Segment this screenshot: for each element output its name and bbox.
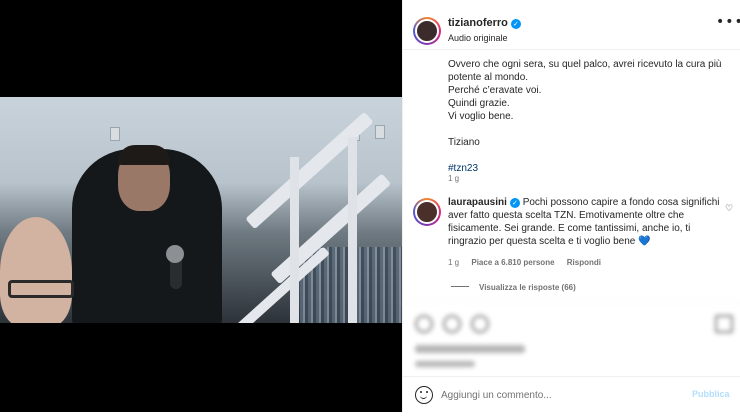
commenter-username[interactable]: laurapausini — [448, 197, 507, 208]
heart-outline-icon[interactable]: ♡ — [725, 204, 733, 214]
post-header: tizianoferro✓ Audio originale ••• — [403, 0, 740, 50]
comment-likes[interactable]: Piace a 6.810 persone — [471, 258, 554, 267]
video-player[interactable]: 🔇 — [0, 97, 402, 323]
glasses — [8, 280, 74, 298]
post-caption: Ovvero che ogni sera, su quel palco, avr… — [448, 58, 728, 175]
caption-signature: Tiziano — [448, 137, 480, 148]
bottom-margin — [0, 412, 740, 420]
date-blurred — [415, 361, 475, 367]
foreground-person — [0, 217, 72, 323]
comment-meta: 1 g Piace a 6.810 persone Rispondi — [448, 258, 611, 267]
comment-composer: Pubblica — [403, 376, 740, 412]
bookmark-icon[interactable] — [715, 315, 733, 333]
replies-divider — [451, 286, 469, 287]
commenter-avatar[interactable] — [413, 198, 441, 226]
heart-icon[interactable] — [415, 315, 433, 333]
singer-hair — [118, 145, 170, 165]
share-icon[interactable] — [471, 315, 489, 333]
caption-line: Ovvero che ogni sera, su quel palco, avr… — [448, 59, 722, 83]
audio-label[interactable]: Audio originale — [448, 33, 508, 43]
post-sidebar: tizianoferro✓ Audio originale ••• Ovvero… — [402, 0, 740, 412]
author-username-text[interactable]: tizianoferro — [448, 17, 508, 29]
post-actions-blurred — [403, 302, 740, 376]
verified-check-icon: ✓ — [509, 198, 520, 208]
post-media[interactable]: 🔇 — [0, 0, 402, 412]
comment-body: laurapausini ✓ Pochi possono capire a fon… — [448, 196, 720, 248]
reply-button[interactable]: Rispondi — [567, 258, 601, 267]
likes-summary-blurred — [415, 345, 525, 353]
railing-post — [290, 157, 299, 323]
author-avatar[interactable] — [413, 17, 441, 45]
comment-icon[interactable] — [443, 315, 461, 333]
stadium-light — [375, 125, 385, 139]
post-timestamp[interactable]: 1 g — [448, 174, 459, 183]
stadium-light — [110, 127, 120, 141]
view-replies-button[interactable]: Visualizza le risposte (66) — [451, 283, 576, 292]
microphone-head — [166, 245, 184, 263]
blue-heart-emoji: 💙 — [638, 236, 651, 247]
comment-timestamp[interactable]: 1 g — [448, 258, 459, 267]
caption-line: Quindi grazie. — [448, 98, 510, 109]
view-replies-label[interactable]: Visualizza le risposte (66) — [479, 283, 576, 292]
comment-input[interactable] — [441, 386, 661, 404]
publish-button[interactable]: Pubblica — [692, 389, 730, 399]
hashtag-link[interactable]: #tzn23 — [448, 162, 728, 175]
author-username[interactable]: tizianoferro ✓ — [448, 17, 521, 29]
caption-line: Perché c’eravate voi. — [448, 85, 542, 96]
verified-check-icon: ✓ — [510, 19, 521, 29]
smiley-icon[interactable] — [415, 386, 433, 404]
caption-line: Vi voglio bene. — [448, 111, 514, 122]
railing-post — [348, 137, 357, 323]
more-options-icon[interactable]: ••• — [716, 14, 740, 30]
